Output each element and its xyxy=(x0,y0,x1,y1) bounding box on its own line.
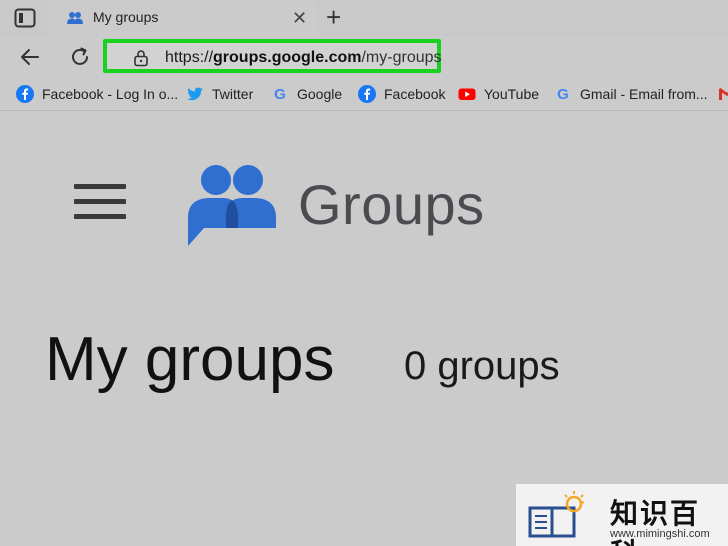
bookmark-label: YouTube xyxy=(484,86,540,102)
tab-my-groups[interactable]: My groups ✕ xyxy=(48,0,318,36)
reload-icon[interactable] xyxy=(68,45,92,69)
tab-strip: My groups ✕ + xyxy=(0,0,728,36)
toolbar: https://groups.google.com/my-groups xyxy=(0,36,728,78)
google-groups-logo-icon[interactable] xyxy=(186,164,278,246)
bookmark-google[interactable]: G Google xyxy=(271,84,342,104)
youtube-icon xyxy=(458,85,476,103)
book-lightbulb-icon xyxy=(528,490,586,540)
twitter-icon xyxy=(186,85,204,103)
lock-icon xyxy=(133,49,149,67)
bookmark-youtube[interactable]: YouTube xyxy=(458,84,539,104)
bookmark-facebook-login[interactable]: Facebook - Log In o... xyxy=(16,84,178,104)
facebook-icon xyxy=(16,85,34,103)
tab-title: My groups xyxy=(93,9,159,25)
page-content: Groups My groups 0 groups xyxy=(0,112,728,546)
url-text: https://groups.google.com/my-groups xyxy=(165,49,442,67)
back-arrow-icon[interactable] xyxy=(18,45,42,69)
bookmark-label: Gmail - Email from... xyxy=(580,86,708,102)
bookmark-twitter[interactable]: Twitter xyxy=(186,84,253,104)
bookmark-facebook[interactable]: Facebook xyxy=(358,84,445,104)
bookmark-gmail-overflow[interactable] xyxy=(718,84,728,104)
google-icon: G xyxy=(554,85,572,103)
watermark: 知识百科 www.mimingshi.com xyxy=(516,484,728,546)
bookmark-label: Google xyxy=(297,86,343,102)
svg-text:G: G xyxy=(274,86,286,103)
page-title: My groups xyxy=(45,325,335,394)
gmail-icon xyxy=(718,85,728,103)
url-host: groups.google.com xyxy=(213,49,362,66)
bookmark-label: Facebook xyxy=(384,86,446,102)
groups-brand-text: Groups xyxy=(298,173,485,236)
svg-text:G: G xyxy=(557,86,569,103)
hamburger-menu-icon[interactable] xyxy=(74,184,126,220)
new-tab-icon[interactable]: + xyxy=(326,4,341,30)
group-count: 0 groups xyxy=(404,344,560,388)
bookmark-label: Facebook - Log In o... xyxy=(42,86,179,102)
bookmark-gmail[interactable]: G Gmail - Email from... xyxy=(554,84,708,104)
address-bar[interactable]: https://groups.google.com/my-groups xyxy=(103,39,442,73)
groups-favicon-icon xyxy=(66,9,84,27)
close-tab-icon[interactable]: ✕ xyxy=(292,9,307,27)
google-icon: G xyxy=(271,85,289,103)
facebook-icon xyxy=(358,85,376,103)
bookmark-label: Twitter xyxy=(212,86,254,102)
tab-actions-icon[interactable] xyxy=(14,8,36,28)
url-path: /my-groups xyxy=(361,49,442,66)
url-scheme: https:// xyxy=(165,49,214,66)
bookmarks-bar: Facebook - Log In o... Twitter G Google … xyxy=(0,78,728,111)
watermark-url: www.mimingshi.com xyxy=(610,528,710,540)
